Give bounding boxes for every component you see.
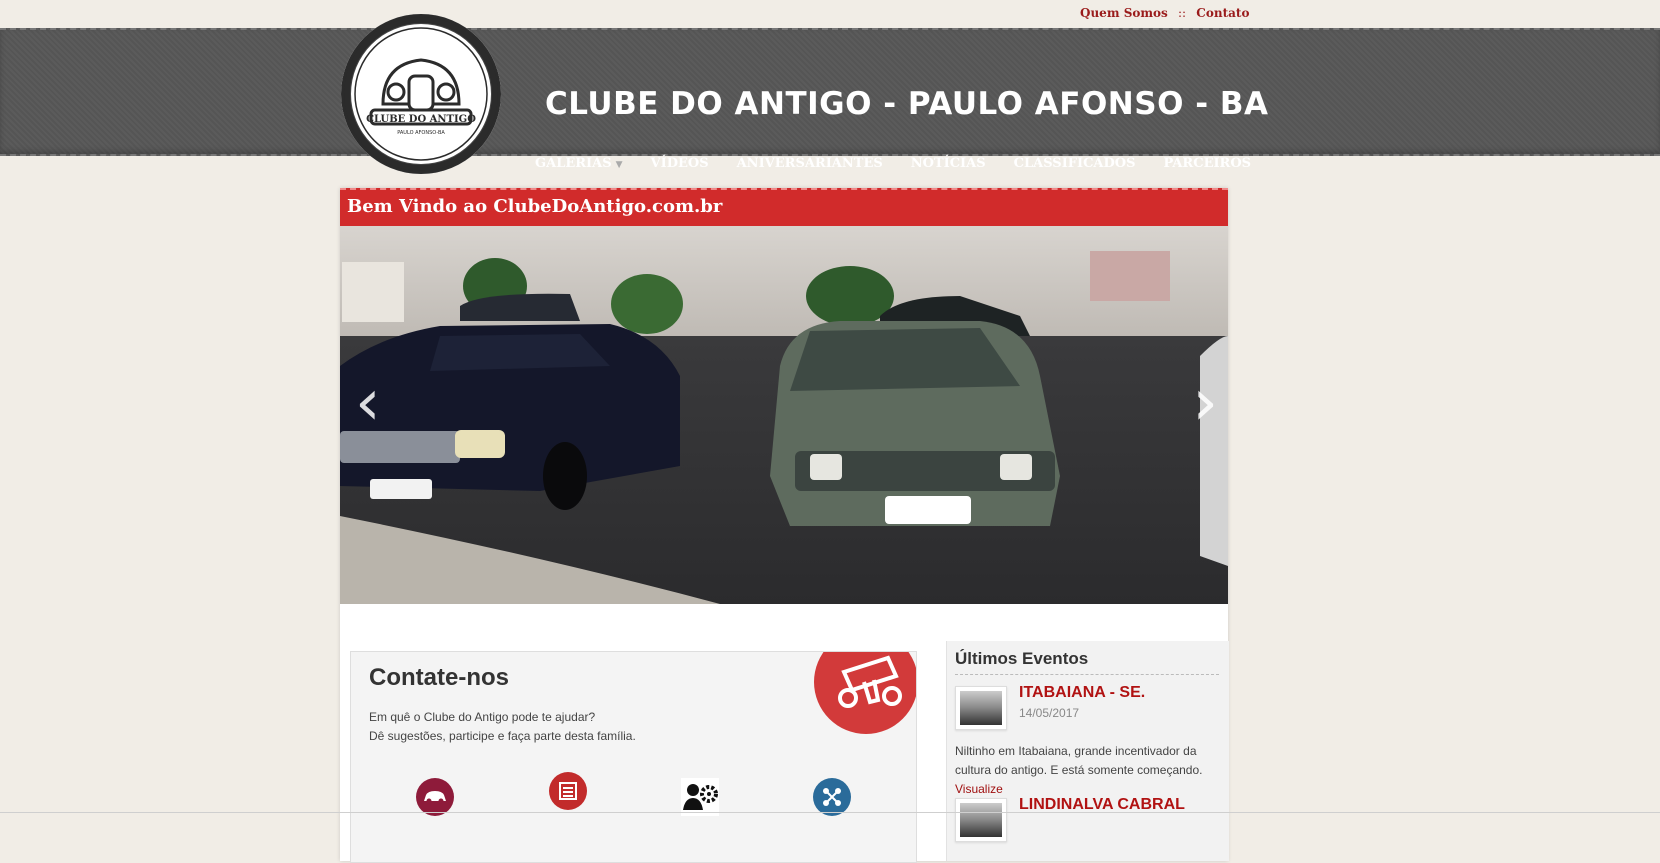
welcome-bar: Bem Vindo ao ClubeDoAntigo.com.br xyxy=(340,188,1228,226)
newspaper-icon[interactable] xyxy=(549,772,587,810)
event-desc-text: Niltinho em Itabaiana, grande incentivad… xyxy=(955,744,1203,777)
about-link[interactable]: Quem Somos xyxy=(1080,6,1168,20)
slider-prev-arrow[interactable]: ‹ xyxy=(355,366,381,440)
logo-car-icon: CLUBE DO ANTIGO PAULO AFONSO-BA xyxy=(344,17,498,171)
top-links-separator: :: xyxy=(1178,6,1187,20)
contact-text: Em quê o Clube do Antigo pode te ajudar?… xyxy=(369,708,636,746)
events-sidebar: Últimos Eventos ITABAIANA - SE. 14/05/20… xyxy=(946,641,1229,861)
site-logo[interactable]: CLUBE DO ANTIGO PAULO AFONSO-BA xyxy=(341,14,501,174)
event-description: Niltinho em Itabaiana, grande incentivad… xyxy=(955,742,1215,799)
event-date: 14/05/2017 xyxy=(1019,706,1080,720)
car-icon[interactable] xyxy=(416,778,454,816)
site-header: CLUBE DO ANTIGO - PAULO AFONSO - BA GALE… xyxy=(0,28,1660,171)
site-title: CLUBE DO ANTIGO - PAULO AFONSO - BA xyxy=(545,86,1269,122)
contact-car-badge-icon xyxy=(814,652,916,734)
events-title: Últimos Eventos xyxy=(955,649,1089,668)
nav-label: GALERIAS xyxy=(535,156,612,171)
nav-item-galerias[interactable]: GALERIAS ▼ xyxy=(535,156,623,171)
top-links: Quem Somos :: Contato xyxy=(1080,6,1249,20)
contact-title: Contate-nos xyxy=(369,664,509,691)
dropdown-caret-icon: ▼ xyxy=(615,160,623,170)
logo-text: CLUBE DO ANTIGO xyxy=(366,114,476,125)
events-divider xyxy=(955,674,1219,675)
nav-item-noticias[interactable]: NOTÍCIAS xyxy=(911,156,986,171)
nav-item-videos[interactable]: VÍDEOS xyxy=(651,156,709,171)
slider-next-arrow[interactable]: › xyxy=(1192,366,1218,440)
people-network-icon[interactable] xyxy=(813,778,851,816)
contact-line-1: Em quê o Clube do Antigo pode te ajudar? xyxy=(369,710,596,724)
contact-link[interactable]: Contato xyxy=(1196,6,1249,20)
gears-people-icon[interactable] xyxy=(681,778,719,816)
event-view-link[interactable]: Visualize xyxy=(955,782,1003,796)
event-thumbnail[interactable] xyxy=(955,686,1007,730)
nav-item-aniversariantes[interactable]: ANIVERSARIANTES xyxy=(737,156,883,171)
event-title[interactable]: ITABAIANA - SE. xyxy=(1019,684,1145,702)
nav-item-parceiros[interactable]: PARCEIROS xyxy=(1164,156,1252,171)
viewport-bottom-line xyxy=(0,812,1660,813)
event-thumbnail[interactable] xyxy=(955,798,1007,842)
contact-line-2: Dê sugestões, participe e faça parte des… xyxy=(369,729,636,743)
main-nav: GALERIAS ▼ VÍDEOS ANIVERSARIANTES NOTÍCIA… xyxy=(535,156,1279,171)
nav-item-classificados[interactable]: CLASSIFICADOS xyxy=(1014,156,1136,171)
logo-subtext: PAULO AFONSO-BA xyxy=(397,130,445,136)
contact-panel: Contate-nos Em quê o Clube do Antigo pod… xyxy=(350,651,917,863)
slider-image xyxy=(340,226,1228,604)
main-container: Bem Vindo ao ClubeDoAntigo.com.br ‹ › Co… xyxy=(340,188,1229,863)
image-slider[interactable]: ‹ › xyxy=(340,226,1228,604)
